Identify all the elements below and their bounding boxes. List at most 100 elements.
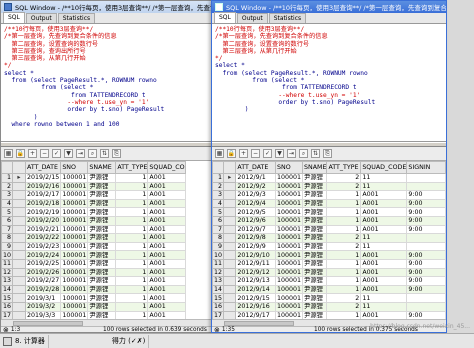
row-marker[interactable] (12, 301, 27, 312)
table-cell[interactable]: 1 (115, 190, 149, 200)
table-cell[interactable]: 100001 (274, 198, 304, 209)
table-cell[interactable]: A001 (360, 250, 408, 260)
table-cell[interactable]: 2019/2/20 (25, 215, 62, 226)
table-cell[interactable]: 1 (115, 293, 149, 303)
table-cell[interactable] (406, 301, 446, 312)
table-cell[interactable]: 1 (326, 224, 362, 235)
row-marker[interactable] (12, 198, 27, 209)
minus-icon[interactable]: − (251, 149, 260, 158)
table-cell[interactable]: 尹源锂 (87, 250, 117, 260)
row-marker[interactable] (222, 276, 237, 286)
table-cell[interactable]: 2019/2/24 (25, 250, 62, 260)
table-cell[interactable]: 2 (326, 301, 362, 312)
table-cell[interactable]: 2019/2/27 (25, 276, 62, 286)
row-marker[interactable] (222, 224, 237, 235)
table-cell[interactable]: A001 (147, 284, 186, 295)
table-row[interactable]: 6 2012/9/6 100001 尹源锂 1 A001 9:00 (212, 215, 446, 226)
tab-sql[interactable]: SQL (214, 12, 236, 23)
table-cell[interactable]: 2012/9/6 (235, 215, 276, 226)
table-cell[interactable]: 2019/3/3 (25, 310, 62, 319)
table-cell[interactable]: 尹源锂 (87, 301, 117, 312)
table-cell[interactable]: A001 (147, 241, 186, 252)
table-row[interactable]: 1 ▸ 2019/2/15 100001 尹源锂 1 A001 (1, 173, 186, 183)
table-cell[interactable]: 100001 (60, 224, 89, 235)
table-row[interactable]: 4 2012/9/4 100001 尹源锂 1 A001 9:00 (212, 198, 446, 209)
table-cell[interactable]: 1 (115, 267, 149, 278)
table-cell[interactable]: 9:00 (406, 198, 446, 209)
table-cell[interactable]: 尹源锂 (87, 215, 117, 226)
table-cell[interactable]: 100001 (274, 181, 304, 192)
table-cell[interactable]: 11 (360, 301, 408, 312)
sql-editor[interactable]: /**10行每页，使用3层查询**//*第一层查询，先查询到复合条件的信息 第二… (212, 24, 446, 142)
table-cell[interactable]: 尹源锂 (87, 310, 117, 319)
lock-icon[interactable]: 🔒 (16, 149, 25, 158)
minus-icon[interactable]: − (40, 149, 49, 158)
column-header[interactable]: SNAME (302, 161, 328, 174)
table-row[interactable]: 13 2019/2/27 100001 尹源锂 1 A001 (1, 276, 186, 286)
table-cell[interactable]: 100001 (60, 215, 89, 226)
row-marker[interactable] (222, 190, 237, 200)
tab-output[interactable]: Output (236, 13, 268, 23)
row-marker[interactable] (222, 293, 237, 303)
table-cell[interactable]: 2019/2/28 (25, 284, 62, 295)
table-cell[interactable]: 100001 (60, 310, 89, 319)
table-row[interactable]: 10 2012/9/10 100001 尹源锂 1 A001 9:00 (212, 250, 446, 260)
table-cell[interactable]: 11 (360, 241, 408, 252)
table-cell[interactable]: 1 (115, 181, 149, 192)
table-cell[interactable]: 100001 (274, 233, 304, 243)
table-cell[interactable]: 2012/9/3 (235, 190, 276, 200)
table-cell[interactable]: 2012/9/1 (235, 173, 276, 183)
row-marker[interactable]: ▸ (12, 173, 27, 183)
row-marker[interactable] (222, 250, 237, 260)
table-cell[interactable]: 2019/3/1 (25, 293, 62, 303)
table-cell[interactable]: 尹源锂 (87, 284, 117, 295)
table-cell[interactable]: 尹源锂 (302, 215, 328, 226)
row-marker[interactable] (222, 233, 237, 243)
row-marker[interactable] (222, 198, 237, 209)
table-cell[interactable]: A001 (147, 215, 186, 226)
table-cell[interactable]: 1 (115, 250, 149, 260)
table-row[interactable]: 11 2019/2/25 100001 尹源锂 1 A001 (1, 258, 186, 269)
grid-icon[interactable]: ▦ (215, 149, 224, 158)
table-cell[interactable]: 尹源锂 (302, 241, 328, 252)
table-row[interactable]: 14 2012/9/14 100001 尹源锂 1 A001 9:00 (212, 284, 446, 295)
row-marker[interactable] (222, 310, 237, 319)
table-cell[interactable]: 1 (326, 215, 362, 226)
taskbar-item-calculator[interactable]: 8. 计算器 (0, 334, 49, 348)
table-cell[interactable]: 2012/9/11 (235, 258, 276, 269)
row-marker[interactable] (12, 293, 27, 303)
column-header[interactable]: SQUAD_CODE (360, 161, 408, 174)
table-cell[interactable]: A001 (147, 301, 186, 312)
table-row[interactable]: 7 2019/2/21 100001 尹源锂 1 A001 (1, 224, 186, 235)
table-cell[interactable]: 100001 (274, 258, 304, 269)
table-cell[interactable]: A001 (147, 293, 186, 303)
table-cell[interactable]: 100001 (60, 207, 89, 217)
table-cell[interactable]: A001 (147, 190, 186, 200)
table-cell[interactable]: 1 (326, 258, 362, 269)
row-marker[interactable] (222, 258, 237, 269)
table-cell[interactable]: 2 (326, 233, 362, 243)
table-cell[interactable]: 9:00 (406, 215, 446, 226)
table-cell[interactable]: 1 (326, 207, 362, 217)
table-cell[interactable]: 尹源锂 (302, 181, 328, 192)
table-cell[interactable]: 100001 (60, 276, 89, 286)
plus-icon[interactable]: + (28, 149, 37, 158)
table-cell[interactable]: 100001 (60, 233, 89, 243)
export-icon[interactable]: ⎘ (323, 149, 332, 158)
column-header[interactable]: ATT_DATE (235, 161, 276, 174)
table-cell[interactable]: A001 (147, 310, 186, 319)
table-row[interactable]: 5 2012/9/5 100001 尹源锂 1 A001 9:00 (212, 207, 446, 217)
table-cell[interactable]: 尹源锂 (87, 258, 117, 269)
table-cell[interactable]: 1 (115, 233, 149, 243)
row-marker[interactable] (12, 310, 27, 319)
result-grid[interactable]: ATT_DATE SNO SNAME ATT_TYPE SQUAD_CODE SIGNIN… (212, 161, 446, 319)
table-row[interactable]: 15 2012/9/15 100001 尹源锂 2 11 (212, 293, 446, 303)
table-cell[interactable]: 2012/9/17 (235, 310, 276, 319)
table-cell[interactable]: 1 (326, 250, 362, 260)
table-cell[interactable]: A001 (147, 233, 186, 243)
table-cell[interactable]: 2012/9/8 (235, 233, 276, 243)
table-cell[interactable]: 尹源锂 (302, 224, 328, 235)
tab-statistics[interactable]: Statistics (57, 13, 96, 23)
table-cell[interactable]: 100001 (274, 310, 304, 319)
table-row[interactable]: 12 2012/9/12 100001 尹源锂 1 A001 9:00 (212, 267, 446, 278)
